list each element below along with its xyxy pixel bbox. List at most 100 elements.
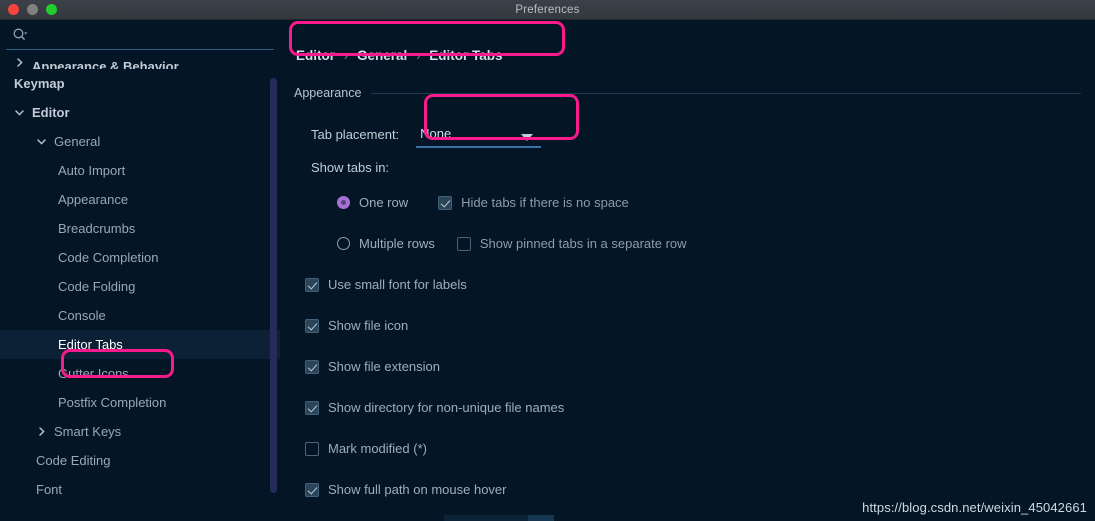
checkbox-row[interactable]: Use small font for labels	[280, 264, 1095, 305]
settings-tree: Appearance & Behavior Keymap Editor General…	[0, 51, 280, 521]
radio-one-row-label: One row	[359, 195, 409, 210]
search-input[interactable]	[29, 27, 274, 42]
sidebar-item-breadcrumbs[interactable]: Breadcrumbs	[0, 214, 280, 243]
checkbox-hide-tabs-no-space-label: Hide tabs if there is no space	[461, 195, 629, 210]
checkbox-use-small-font[interactable]: Use small font for labels	[305, 277, 467, 292]
sidebar-item-appearance-behavior[interactable]: Appearance & Behavior	[0, 51, 280, 69]
close-window-button[interactable]	[8, 4, 19, 15]
multiple-rows-option-row: Multiple rows Show pinned tabs in a sepa…	[280, 223, 1095, 264]
appearance-section-header: Appearance	[294, 86, 1081, 100]
sidebar-item-label: Keymap	[14, 76, 65, 91]
sidebar-item-keymap[interactable]: Keymap	[0, 69, 280, 98]
sidebar-item-code-completion[interactable]: Code Completion	[0, 243, 280, 272]
checkbox-mark-modified-label: Mark modified (*)	[328, 441, 427, 456]
checkbox-indicator[interactable]	[305, 441, 319, 456]
breadcrumb-item-editor[interactable]: Editor	[296, 48, 335, 63]
sidebar-item-label: Appearance & Behavior	[32, 59, 179, 69]
checkbox-indicator[interactable]	[305, 482, 319, 497]
checkbox-show-file-icon-label: Show file icon	[328, 318, 409, 333]
tab-placement-label: Tab placement:	[311, 126, 400, 142]
sidebar-item-label: Editor	[32, 105, 70, 120]
sidebar-item-label: Appearance	[58, 192, 129, 207]
window-titlebar: Preferences	[0, 0, 1095, 20]
minimize-window-button[interactable]	[27, 4, 38, 15]
checkbox-show-file-icon[interactable]: Show file icon	[305, 318, 408, 333]
checkbox-indicator[interactable]	[456, 236, 471, 251]
checkbox-show-directory-non-unique[interactable]: Show directory for non-unique file names	[305, 400, 564, 415]
sidebar-item-label: Smart Keys	[54, 424, 122, 439]
checkbox-use-small-font-label: Use small font for labels	[328, 277, 467, 292]
radio-multiple-rows-label: Multiple rows	[359, 236, 435, 251]
checkbox-hide-tabs-no-space[interactable]: Hide tabs if there is no space	[438, 195, 629, 210]
sidebar-scrollbar[interactable]	[270, 72, 277, 520]
maximize-window-button[interactable]	[46, 4, 57, 15]
sidebar-item-label: Auto Import	[58, 163, 126, 178]
chevron-down-icon[interactable]	[35, 135, 48, 148]
radio-indicator[interactable]	[337, 196, 350, 209]
chevron-right-icon[interactable]	[35, 425, 48, 438]
checkbox-indicator[interactable]	[305, 318, 319, 333]
checkbox-show-directory-non-unique-label: Show directory for non-unique file names	[328, 400, 565, 415]
search-icon	[11, 26, 29, 44]
checkbox-pinned-tabs-separate-row[interactable]: Show pinned tabs in a separate row	[456, 236, 687, 251]
checkbox-indicator[interactable]	[305, 277, 319, 292]
radio-one-row[interactable]: One row	[280, 195, 408, 210]
sidebar-item-label: Code Editing	[36, 453, 111, 468]
checkbox-mark-modified[interactable]: Mark modified (*)	[305, 441, 427, 456]
radio-indicator[interactable]	[337, 237, 350, 250]
one-row-option-row: One row Hide tabs if there is no space	[280, 182, 1095, 223]
sidebar-item-label: Gutter Icons	[58, 366, 129, 381]
section-divider	[371, 92, 1081, 94]
section-title: Appearance	[294, 86, 362, 100]
sidebar-item-font[interactable]: Font	[0, 475, 280, 504]
checkbox-indicator[interactable]	[305, 400, 319, 415]
close-button-position-select[interactable]: Right	[444, 515, 555, 521]
breadcrumb: Editor › General › Editor Tabs	[296, 48, 503, 63]
sidebar-item-label: Code Completion	[58, 250, 159, 265]
breadcrumb-separator-icon: ›	[416, 48, 421, 63]
tab-placement-row: Tab placement: None	[280, 116, 1095, 152]
checkbox-show-file-extension[interactable]: Show file extension	[305, 359, 440, 374]
checkbox-row[interactable]: Show file icon	[280, 305, 1095, 346]
checkbox-row[interactable]: Mark modified (*)	[280, 428, 1095, 469]
sidebar-item-label: Editor Tabs	[58, 337, 123, 352]
checkbox-row[interactable]: Show directory for non-unique file names	[280, 387, 1095, 428]
sidebar-item-postfix-completion[interactable]: Postfix Completion	[0, 388, 280, 417]
sidebar-item-auto-import[interactable]: Auto Import	[0, 156, 280, 185]
breadcrumb-item-editor-tabs: Editor Tabs	[429, 48, 503, 63]
sidebar-item-label: Code Folding	[58, 279, 136, 294]
checkbox-show-full-path-hover-label: Show full path on mouse hover	[328, 482, 507, 497]
checkbox-show-full-path-hover[interactable]: Show full path on mouse hover	[305, 482, 507, 497]
close-button-position-dropdown-button[interactable]	[528, 515, 555, 521]
sidebar-item-appearance[interactable]: Appearance	[0, 185, 280, 214]
window-title: Preferences	[515, 3, 580, 16]
sidebar-item-label: Breadcrumbs	[58, 221, 136, 236]
sidebar-item-editor-tabs[interactable]: Editor Tabs	[0, 330, 280, 359]
chevron-down-icon[interactable]	[13, 106, 26, 119]
sidebar-item-code-folding[interactable]: Code Folding	[0, 272, 280, 301]
sidebar-item-general[interactable]: General	[0, 127, 280, 156]
sidebar-item-console[interactable]: Console	[0, 301, 280, 330]
sidebar-item-label: General	[54, 134, 101, 149]
checkbox-indicator[interactable]	[438, 195, 453, 210]
settings-main-panel: Editor › General › Editor Tabs Appearanc…	[280, 20, 1095, 521]
sidebar-item-label: Font	[36, 482, 63, 497]
radio-multiple-rows[interactable]: Multiple rows	[280, 236, 435, 251]
breadcrumb-item-general[interactable]: General	[357, 48, 407, 63]
checkbox-indicator[interactable]	[305, 359, 319, 374]
preferences-window: Preferences Appearance & Behavior Keymap E…	[0, 0, 1095, 521]
sidebar-search-row[interactable]	[6, 20, 274, 50]
breadcrumb-separator-icon: ›	[344, 48, 348, 63]
checkbox-row[interactable]: Show file extension	[280, 346, 1095, 387]
sidebar-item-editor[interactable]: Editor	[0, 98, 280, 127]
window-body: Appearance & Behavior Keymap Editor General…	[0, 20, 1095, 521]
sidebar-scrollbar-thumb[interactable]	[270, 78, 277, 493]
sidebar-item-gutter-icons[interactable]: Gutter Icons	[0, 359, 280, 388]
tab-placement-select[interactable]: None	[416, 120, 542, 148]
sidebar-item-code-editing[interactable]: Code Editing	[0, 446, 280, 475]
sidebar-item-smart-keys[interactable]: Smart Keys	[0, 417, 280, 446]
watermark-text: https://blog.csdn.net/weixin_45042661	[862, 500, 1087, 515]
window-traffic-lights	[8, 4, 57, 15]
chevron-right-icon[interactable]	[13, 56, 26, 69]
chevron-down-icon	[521, 129, 534, 147]
